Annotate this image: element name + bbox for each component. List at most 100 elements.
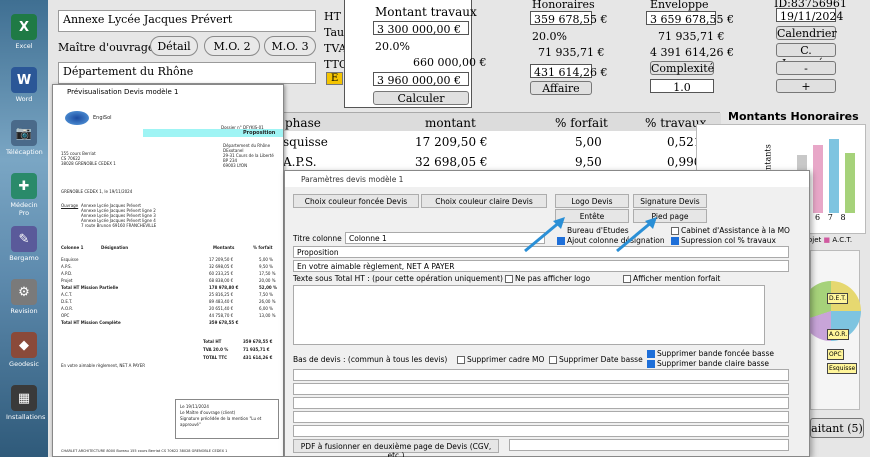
couleur-claire-button[interactable]: Choix couleur claire Devis xyxy=(421,194,547,208)
chart-bar-c xyxy=(829,139,839,213)
hon-ttc-value[interactable]: 431 614,26 € xyxy=(530,64,607,79)
bande-foncee-checkbox[interactable] xyxy=(647,350,655,358)
desktop-icon[interactable]: X Excel xyxy=(6,14,42,50)
preview-total-cell: 431 614,26 € xyxy=(243,355,273,360)
logo-devis-button[interactable]: Logo Devis xyxy=(555,194,629,208)
affaire-button[interactable]: Affaire xyxy=(530,81,592,95)
signature-devis-button[interactable]: Signature Devis xyxy=(633,194,707,208)
preview-line-cell: A.P.S. xyxy=(61,264,72,269)
desktop-icon[interactable]: ▦ Installations xyxy=(6,385,45,421)
net-field[interactable]: En votre aimable règlement, NET A PAYER xyxy=(293,260,789,272)
pdf-fusion-button[interactable]: PDF à fusionner en deuxième page de Devi… xyxy=(293,439,499,457)
preview-line-cell: 68 838,00 € xyxy=(209,278,234,283)
preview-line-cell: 5,00 % xyxy=(259,257,273,262)
ne-pas-logo-label: Ne pas afficher logo xyxy=(515,274,591,283)
bas-line-3[interactable] xyxy=(293,397,789,409)
preview-col-header: Colonne 1 xyxy=(61,245,84,250)
app-icon: ✚ xyxy=(11,173,37,199)
bas-line-2[interactable] xyxy=(293,383,789,395)
texte-total-area[interactable] xyxy=(293,285,765,345)
preview-total-cell: 359 678,55 € xyxy=(243,339,273,344)
app-icon: ✎ xyxy=(11,226,37,252)
chart-bar-b xyxy=(813,145,823,213)
preview-line-cell: 44 758,70 € xyxy=(209,313,234,318)
ne-pas-logo-checkbox[interactable] xyxy=(505,275,513,283)
titre-colonne-field[interactable]: Colonne 1 xyxy=(345,232,545,244)
detail-button[interactable]: Détail xyxy=(150,36,198,56)
preview-line-cell: OPC xyxy=(61,313,70,318)
suppr-date-checkbox[interactable] xyxy=(549,356,557,364)
suppr-cadre-checkbox[interactable] xyxy=(457,356,465,364)
cell-forfait: 5,00 xyxy=(575,135,602,149)
mt-ht-value[interactable]: 3 300 000,00 € xyxy=(373,21,469,36)
date-field[interactable]: 19/11/2024 xyxy=(776,8,843,23)
pie-label: OPC xyxy=(827,349,844,360)
env-ht-value[interactable]: 3 659 678,55 € xyxy=(646,11,734,26)
mo2-button[interactable]: M.O. 2 xyxy=(204,36,260,56)
preview-line-cell: 60 233,25 € xyxy=(209,271,234,276)
desktop-icon[interactable]: ✎ Bergamo xyxy=(6,226,42,262)
pie-label: D.E.T. xyxy=(827,293,849,304)
mt-taux-value: 20.0% xyxy=(375,40,410,53)
preview-total-cell: TOTAL TTC xyxy=(203,355,228,360)
suppr-col-checkbox[interactable] xyxy=(671,237,679,245)
ouvrage-label: Ouvrage xyxy=(61,203,79,208)
bas-line-4[interactable] xyxy=(293,411,789,423)
plus-button[interactable]: + xyxy=(776,79,836,93)
montant-travaux-title: Montant travaux xyxy=(375,5,477,19)
preview-line-cell: 32 698,05 € xyxy=(209,264,234,269)
chart-tick: 7 xyxy=(827,213,833,222)
desktop-icon-label: Word xyxy=(15,95,33,103)
desktop-icon[interactable]: ✚ Médecin Pro xyxy=(6,173,42,217)
chart-tick: 8 xyxy=(840,213,846,222)
departement-field[interactable]: Département du Rhône xyxy=(58,62,316,84)
preview-line-cell: 178 978,80 € xyxy=(209,285,239,290)
maitre-ouvrage-label: Maître d'ouvrage xyxy=(58,41,155,54)
preview-line-cell: 89 483,40 € xyxy=(209,299,234,304)
mention-forfait-checkbox[interactable] xyxy=(623,275,631,283)
honoraires-title: Honoraires xyxy=(532,0,595,11)
calendrier-button[interactable]: Calendrier xyxy=(776,26,837,40)
bas-devis-label: Bas de devis : (commun à tous les devis) xyxy=(293,355,448,364)
bande-claire-checkbox[interactable] xyxy=(647,360,655,368)
app-icon: X xyxy=(11,14,37,40)
cell-phase: A.P.S. xyxy=(283,155,317,169)
conversion-button[interactable]: C. Inversée xyxy=(776,43,836,70)
signature-box: Le 19/11/2024 Le Maître d'ouvrage (client… xyxy=(175,399,279,439)
complexite-value[interactable]: 1.0 xyxy=(650,79,714,94)
preview-document: EngiSol Dossier n° DFYKJS-01 Proposition… xyxy=(53,99,283,456)
desktop-icon[interactable]: ◆ Geodesic xyxy=(6,332,42,368)
app-icon: ▦ xyxy=(11,385,37,411)
calculer-button[interactable]: Calculer xyxy=(373,91,469,105)
couleur-foncee-button[interactable]: Choix couleur foncée Devis xyxy=(293,194,419,208)
chart-tick: 6 xyxy=(815,213,821,222)
mt-ttc-value[interactable]: 3 960 000,00 € xyxy=(373,72,469,87)
hon-taux-value: 20.0% xyxy=(532,30,567,43)
desktop-icon[interactable]: 📷 Télécaption xyxy=(6,120,43,156)
desktop-icon-label: Excel xyxy=(15,42,33,50)
desktop-icon-label: Médecin Pro xyxy=(10,201,38,217)
cabinet-checkbox[interactable] xyxy=(671,227,679,235)
mo3-button[interactable]: M.O. 3 xyxy=(264,36,316,56)
complexite-button[interactable]: Complexité xyxy=(650,61,714,75)
minus-button[interactable]: - xyxy=(776,61,836,75)
app-icon: ⚙ xyxy=(11,279,37,305)
legend-item: A.C.T. xyxy=(832,236,853,244)
bas-line-5[interactable] xyxy=(293,425,789,437)
env-tva-value: 71 935,71 € xyxy=(658,30,725,43)
arrow-to-entete-icon xyxy=(524,217,565,253)
e-badge[interactable]: E xyxy=(326,72,344,85)
pdf-path-field[interactable] xyxy=(509,439,789,451)
desktop-icon[interactable]: ⚙ Revision xyxy=(6,279,42,315)
hon-ht-value[interactable]: 359 678,55 € xyxy=(530,11,607,26)
preview-line-cell: 20 651,40 € xyxy=(209,306,234,311)
desktop-icon[interactable]: W Word xyxy=(6,67,42,103)
chart-ticks: 6 7 8 xyxy=(815,213,846,222)
annexe-field[interactable]: Annexe Lycée Jacques Prévert xyxy=(58,10,316,32)
ht-label: HT xyxy=(324,10,341,23)
app-icon: ◆ xyxy=(11,332,37,358)
preview-line-cell: 6,00 % xyxy=(259,306,273,311)
bas-line-1[interactable] xyxy=(293,369,789,381)
status-button[interactable]: aitant (5) xyxy=(810,418,864,438)
table-row[interactable]: squisse 17 209,50 €5,00 0,5215 xyxy=(275,133,721,153)
